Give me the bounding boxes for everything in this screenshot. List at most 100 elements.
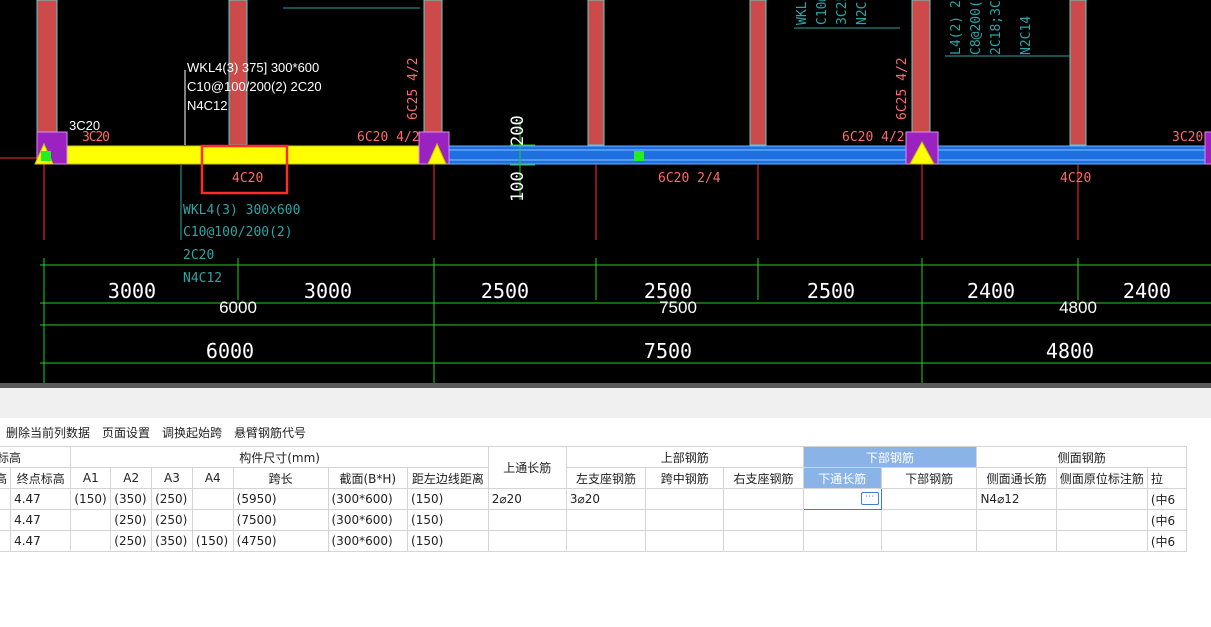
table-cell[interactable]: (250) [151,488,193,510]
beam-span-1 [39,145,436,165]
top-right-teal: L4(2) 25 [949,0,964,55]
table-cell[interactable] [976,509,1057,531]
table-cell[interactable] [723,488,804,510]
table-cell[interactable]: (300*600) [327,509,409,531]
table-cell[interactable] [880,488,978,510]
table-cell[interactable]: (中6 [1146,488,1188,510]
table-cell[interactable]: N4⌀12 [976,488,1057,510]
table-cell[interactable]: 4.47 [10,488,72,510]
table-cell[interactable] [1055,488,1148,510]
table-cell[interactable]: (150) [407,509,489,531]
col-header[interactable]: A2 [110,467,153,489]
table-cell[interactable] [70,509,112,531]
dim-row3: 6000 [206,339,254,363]
table-cell[interactable]: (250) [110,509,153,531]
panel-gap [0,388,1211,418]
col-header[interactable]: 终点标高 [10,467,72,489]
table-cell[interactable] [723,509,804,531]
table-cell[interactable] [1055,509,1148,531]
col-header[interactable]: 高 [0,467,12,489]
column-vertical-label: 6C25 4/2 [406,57,421,120]
right-support-label: 3C20 [1172,130,1203,145]
rebar-table: 标高 构件尺寸(mm) 上通长筋 上部钢筋 下部钢筋 侧面钢筋 高 终点标高 A… [0,446,1211,627]
cad-drawing-canvas[interactable]: WKL4(3) 375] 300*600 C10@100/200(2) 2C20… [0,0,1211,383]
table-cell[interactable] [487,509,567,531]
dim-row1: 2400 [967,279,1015,303]
table-cell[interactable]: 3⌀20 [565,488,647,510]
col-header[interactable]: 右支座钢筋 [723,467,804,489]
table-cell[interactable]: (7500) [232,509,329,531]
column-vertical-label: 6C25 4/2 [895,57,910,120]
col-header-bottom-through[interactable]: 下通长筋 [802,467,882,489]
col-header[interactable]: 截面(B*H) [327,467,409,489]
table-cell[interactable] [976,530,1057,552]
dim-row1: 3000 [108,279,156,303]
table-cell[interactable]: 2⌀20 [487,488,567,510]
table-cell[interactable] [0,530,12,552]
col-header-top-through[interactable]: 上通长筋 [487,446,567,489]
col-header[interactable]: 左支座钢筋 [565,467,647,489]
table-cell[interactable] [191,509,234,531]
col-header[interactable]: 跨中钢筋 [645,467,725,489]
table-cell[interactable]: (300*600) [327,530,409,552]
col-header[interactable]: 下部钢筋 [880,467,978,489]
dim-row2: 6000 [219,298,257,317]
table-cell[interactable] [880,530,978,552]
left-support-label: 3C20 [82,130,110,145]
group-header-size: 构件尺寸(mm) [70,446,489,468]
table-cell[interactable]: (300*600) [327,488,409,510]
table-cell[interactable] [802,530,882,552]
col-header[interactable]: A3 [151,467,193,489]
table-cell[interactable] [191,488,234,510]
table-cell[interactable] [1055,530,1148,552]
column [36,0,58,136]
table-cell[interactable] [565,509,647,531]
col-header[interactable]: 拉 [1146,467,1188,489]
group-header-elevation: 标高 [0,446,72,468]
col-header[interactable]: 距左边线距离 [407,467,489,489]
table-cell[interactable]: (150) [407,530,489,552]
table-cell[interactable] [880,509,978,531]
column [423,0,443,136]
table-cell[interactable]: 4.47 [10,509,72,531]
cantilever-rebar-code-button[interactable]: 悬臂钢筋代号 [234,424,306,441]
swap-start-span-button[interactable]: 调换起始跨 [162,424,222,441]
table-cell[interactable]: (150) [70,488,112,510]
dim-row2: 7500 [659,298,697,317]
table-cell[interactable]: (150) [191,530,234,552]
dim-200: 200 [508,115,528,146]
column [749,0,767,146]
table-cell[interactable] [0,488,12,510]
delete-column-data-button[interactable]: 删除当前列数据 [6,424,90,441]
table-cell[interactable] [723,530,804,552]
table-cell[interactable]: (250) [110,530,153,552]
ellipsis-button[interactable]: ⋯ [860,492,879,505]
group-header-top-rebar: 上部钢筋 [565,446,804,468]
table-cell[interactable] [0,509,12,531]
page-setup-button[interactable]: 页面设置 [102,424,150,441]
table-cell[interactable]: 4.47 [10,530,72,552]
table-cell[interactable]: (中6 [1146,530,1188,552]
table-cell[interactable] [487,530,567,552]
table-cell[interactable] [802,509,882,531]
span2-bottom-label: 6C20 2/4 [658,171,721,186]
table-cell[interactable]: (150) [407,488,489,510]
selected-cell-bottom-through[interactable]: ⋯ [802,488,882,510]
table-cell[interactable]: (350) [151,530,193,552]
table-cell[interactable] [645,509,725,531]
col-header[interactable]: 侧面通长筋 [976,467,1057,489]
table-cell[interactable]: (5950) [232,488,329,510]
table-cell[interactable]: (250) [151,509,193,531]
col-header[interactable]: A4 [191,467,234,489]
table-cell[interactable] [70,530,112,552]
col-header[interactable]: A1 [70,467,112,489]
table-cell[interactable] [565,530,647,552]
table-cell[interactable]: (中6 [1146,509,1188,531]
table-cell[interactable]: (4750) [232,530,329,552]
table-cell[interactable]: (350) [110,488,153,510]
teal-annotation-line: N4C12 [183,271,222,286]
table-cell[interactable] [645,530,725,552]
col-header[interactable]: 侧面原位标注筋 [1055,467,1148,489]
table-cell[interactable] [645,488,725,510]
col-header[interactable]: 跨长 [232,467,329,489]
